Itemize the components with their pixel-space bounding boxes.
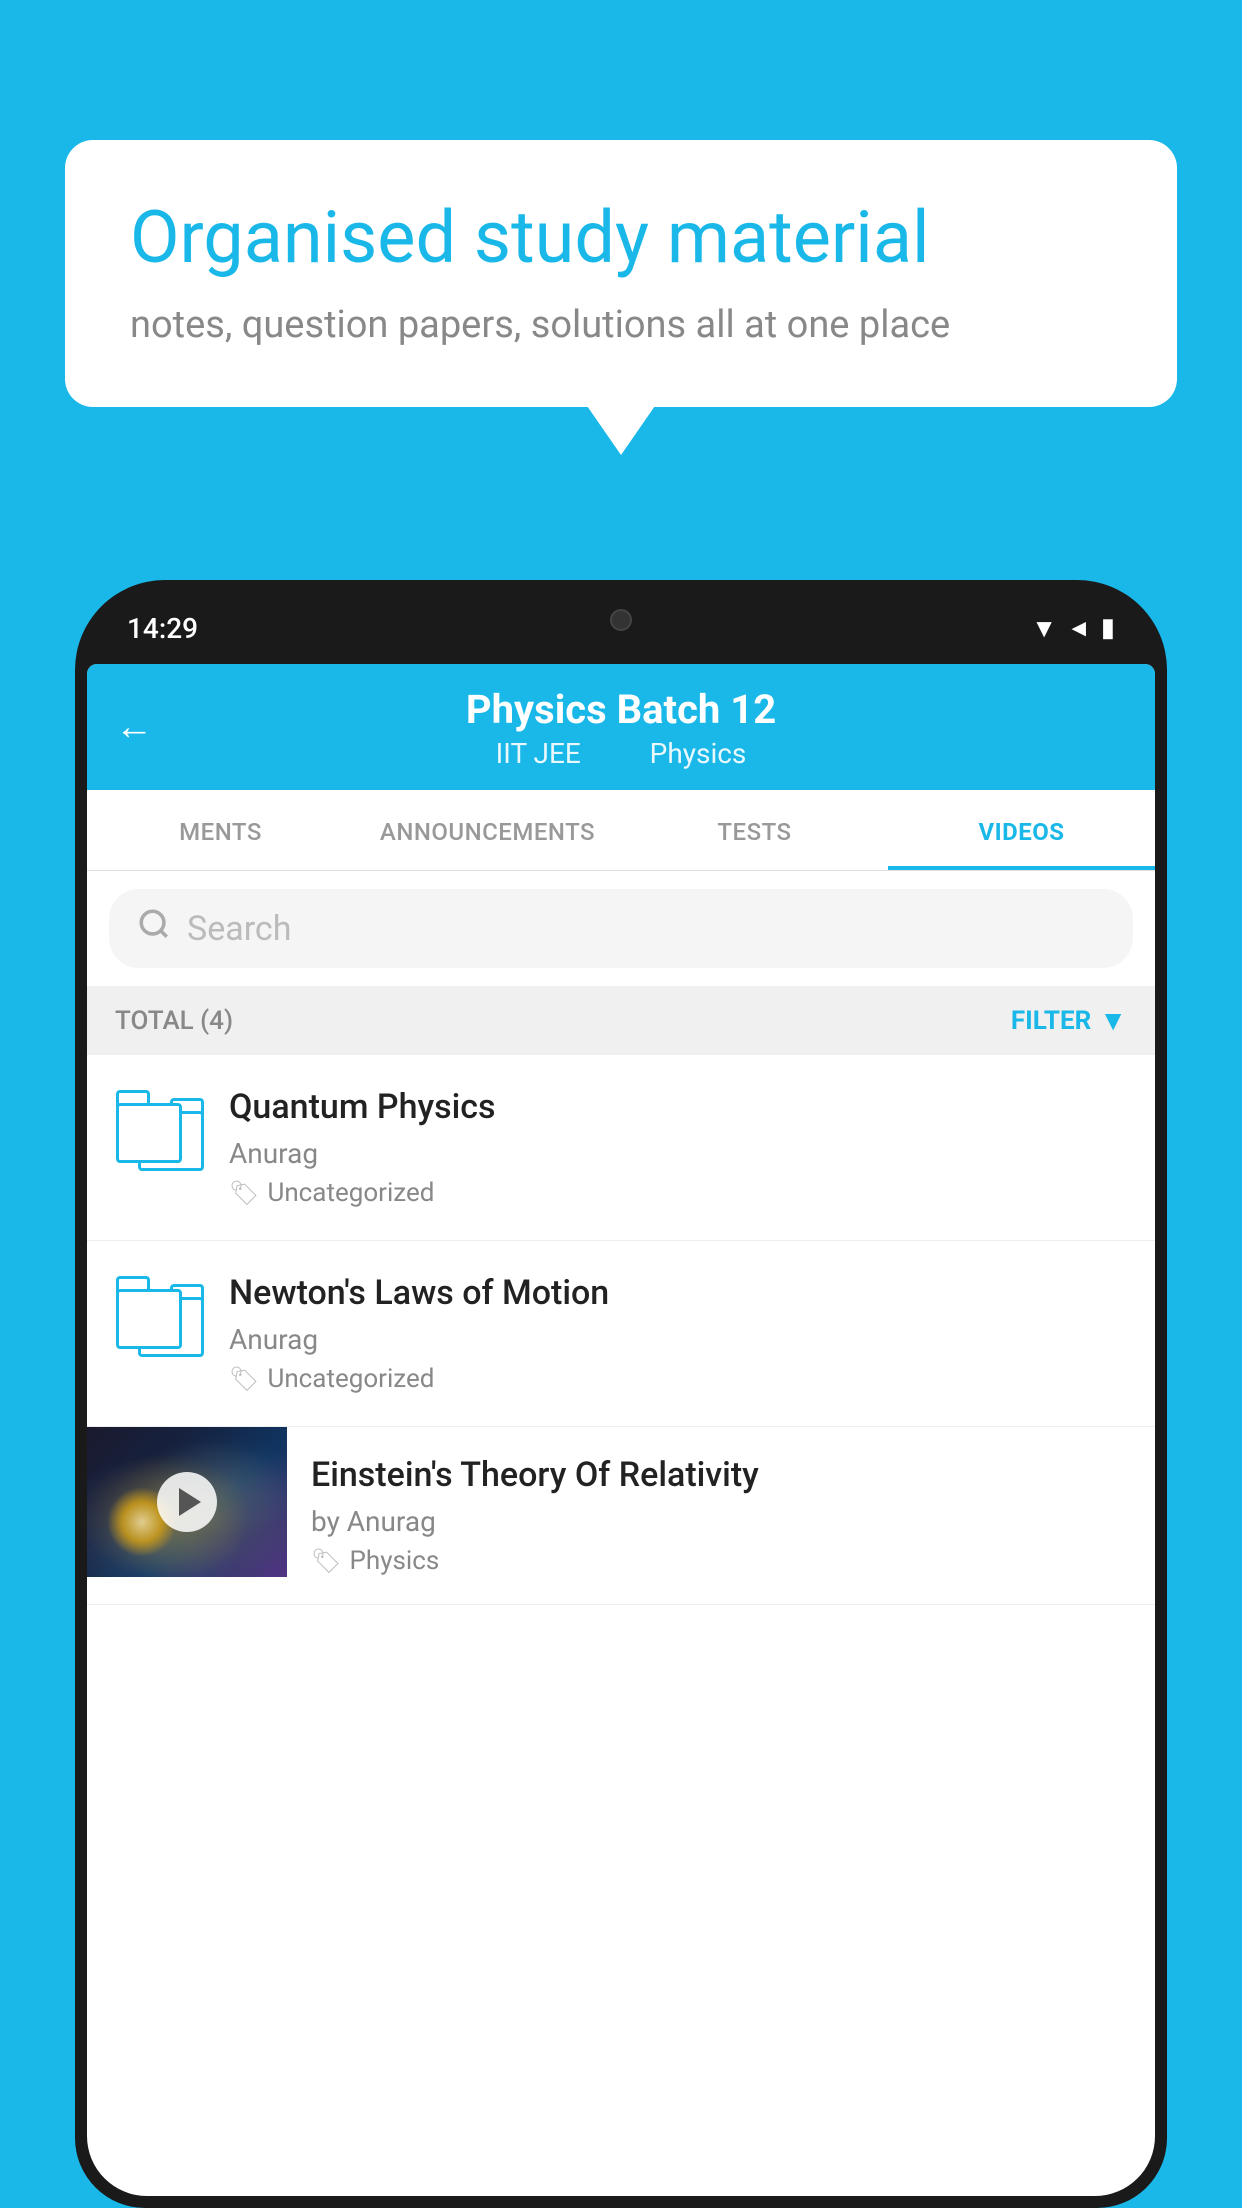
tabs-container: MENTS ANNOUNCEMENTS TESTS VIDEOS (87, 790, 1155, 871)
app-header: ← Physics Batch 12 IIT JEE Physics (87, 664, 1155, 790)
tag-label: Uncategorized (267, 1178, 434, 1208)
phone-screen: ← Physics Batch 12 IIT JEE Physics MENTS… (87, 664, 1155, 2196)
item-tag: 🏷 Uncategorized (229, 1364, 1127, 1394)
tag-label: Uncategorized (267, 1364, 434, 1394)
filter-label: FILTER (1011, 1006, 1091, 1036)
tag-label: Physics (349, 1546, 439, 1576)
camera-dot (610, 609, 632, 631)
item-icon-container (115, 1273, 205, 1357)
search-placeholder: Search (187, 909, 291, 949)
signal-icon: ◄ (1067, 614, 1091, 643)
list-item[interactable]: Einstein's Theory Of Relativity by Anura… (87, 1427, 1155, 1605)
notch (531, 592, 711, 647)
video-list: Quantum Physics Anurag 🏷 Uncategorized (87, 1055, 1155, 1605)
app-subtitle: IIT JEE Physics (117, 737, 1125, 770)
speech-bubble-title: Organised study material (130, 195, 1112, 281)
list-item[interactable]: Newton's Laws of Motion Anurag 🏷 Uncateg… (87, 1241, 1155, 1427)
battery-icon: ▮ (1101, 613, 1115, 643)
tag-icon: 🏷 (311, 1547, 341, 1575)
play-triangle-icon (179, 1488, 201, 1516)
item-author: by Anurag (311, 1505, 1131, 1538)
folder-front (116, 1103, 182, 1163)
speech-bubble-subtitle: notes, question papers, solutions all at… (130, 303, 1112, 347)
search-container: Search (87, 871, 1155, 986)
filter-icon: ▼ (1099, 1004, 1127, 1037)
tab-ments[interactable]: MENTS (87, 790, 354, 870)
item-title: Newton's Laws of Motion (229, 1273, 1127, 1313)
tag-icon: 🏷 (229, 1365, 259, 1393)
back-button[interactable]: ← (115, 705, 153, 749)
video-thumbnail (87, 1427, 287, 1577)
folder-icon (116, 1277, 204, 1357)
folder-front (116, 1289, 182, 1349)
search-bar[interactable]: Search (109, 889, 1133, 968)
subtitle-iitjee: IIT JEE (496, 737, 581, 770)
item-info: Newton's Laws of Motion Anurag 🏷 Uncateg… (229, 1273, 1127, 1394)
wifi-icon: ▼ (1031, 613, 1057, 644)
play-button[interactable] (157, 1472, 217, 1532)
filter-bar: TOTAL (4) FILTER ▼ (87, 986, 1155, 1055)
total-count: TOTAL (4) (115, 1006, 233, 1036)
speech-bubble-container: Organised study material notes, question… (65, 140, 1177, 407)
tab-videos[interactable]: VIDEOS (888, 790, 1155, 870)
status-time: 14:29 (127, 612, 198, 645)
list-item[interactable]: Quantum Physics Anurag 🏷 Uncategorized (87, 1055, 1155, 1241)
item-icon-container (115, 1087, 205, 1171)
status-bar: 14:29 ▼ ◄ ▮ (87, 592, 1155, 664)
status-icons: ▼ ◄ ▮ (1031, 613, 1115, 644)
subtitle-separator (612, 737, 626, 770)
item-info: Quantum Physics Anurag 🏷 Uncategorized (229, 1087, 1127, 1208)
speech-bubble: Organised study material notes, question… (65, 140, 1177, 407)
phone-mockup: 14:29 ▼ ◄ ▮ ← Physics Batch 12 IIT JEE P… (75, 580, 1167, 2208)
tab-tests[interactable]: TESTS (621, 790, 888, 870)
subtitle-physics: Physics (650, 737, 747, 770)
item-info: Einstein's Theory Of Relativity by Anura… (287, 1427, 1155, 1604)
item-tag: 🏷 Physics (311, 1546, 1131, 1576)
item-author: Anurag (229, 1137, 1127, 1170)
item-author: Anurag (229, 1323, 1127, 1356)
filter-button[interactable]: FILTER ▼ (1011, 1004, 1127, 1037)
tag-icon: 🏷 (229, 1179, 259, 1207)
folder-icon (116, 1091, 204, 1171)
phone-outer: 14:29 ▼ ◄ ▮ ← Physics Batch 12 IIT JEE P… (75, 580, 1167, 2208)
item-title: Einstein's Theory Of Relativity (311, 1455, 1131, 1495)
item-tag: 🏷 Uncategorized (229, 1178, 1127, 1208)
item-title: Quantum Physics (229, 1087, 1127, 1127)
search-icon (137, 907, 171, 950)
tab-announcements[interactable]: ANNOUNCEMENTS (354, 790, 621, 870)
app-title: Physics Batch 12 (117, 686, 1125, 733)
